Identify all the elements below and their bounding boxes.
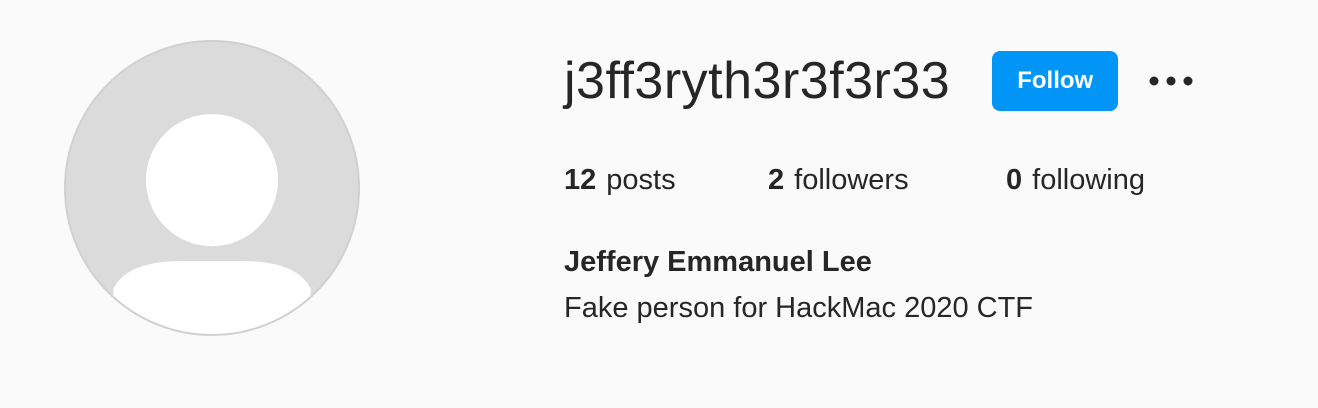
posts-label: posts bbox=[606, 164, 676, 196]
stat-followers[interactable]: 2 followers bbox=[768, 160, 1006, 200]
following-count: 0 bbox=[1006, 164, 1023, 196]
followers-label: followers bbox=[794, 164, 909, 196]
profile-header: j3ff3ryth3r3f3r33 Follow 12 posts 2 foll… bbox=[0, 0, 1318, 408]
avatar[interactable] bbox=[64, 40, 360, 336]
follow-button[interactable]: Follow bbox=[992, 51, 1119, 111]
following-label: following bbox=[1032, 164, 1145, 196]
posts-count: 12 bbox=[564, 164, 597, 196]
bio: Fake person for HackMac 2020 CTF bbox=[564, 292, 1034, 324]
more-options-icon bbox=[1149, 76, 1193, 86]
profile-title-row: j3ff3ryth3r3f3r33 Follow bbox=[564, 46, 1194, 116]
followers-count: 2 bbox=[768, 164, 785, 196]
full-name: Jeffery Emmanuel Lee bbox=[564, 246, 872, 278]
default-avatar-icon bbox=[66, 42, 358, 334]
stat-following[interactable]: 0 following bbox=[1006, 160, 1145, 200]
username: j3ff3ryth3r3f3r33 bbox=[564, 52, 951, 110]
profile-stats: 12 posts 2 followers 0 following bbox=[564, 160, 1145, 200]
more-options-button[interactable] bbox=[1148, 58, 1194, 104]
stat-posts: 12 posts bbox=[564, 160, 768, 200]
